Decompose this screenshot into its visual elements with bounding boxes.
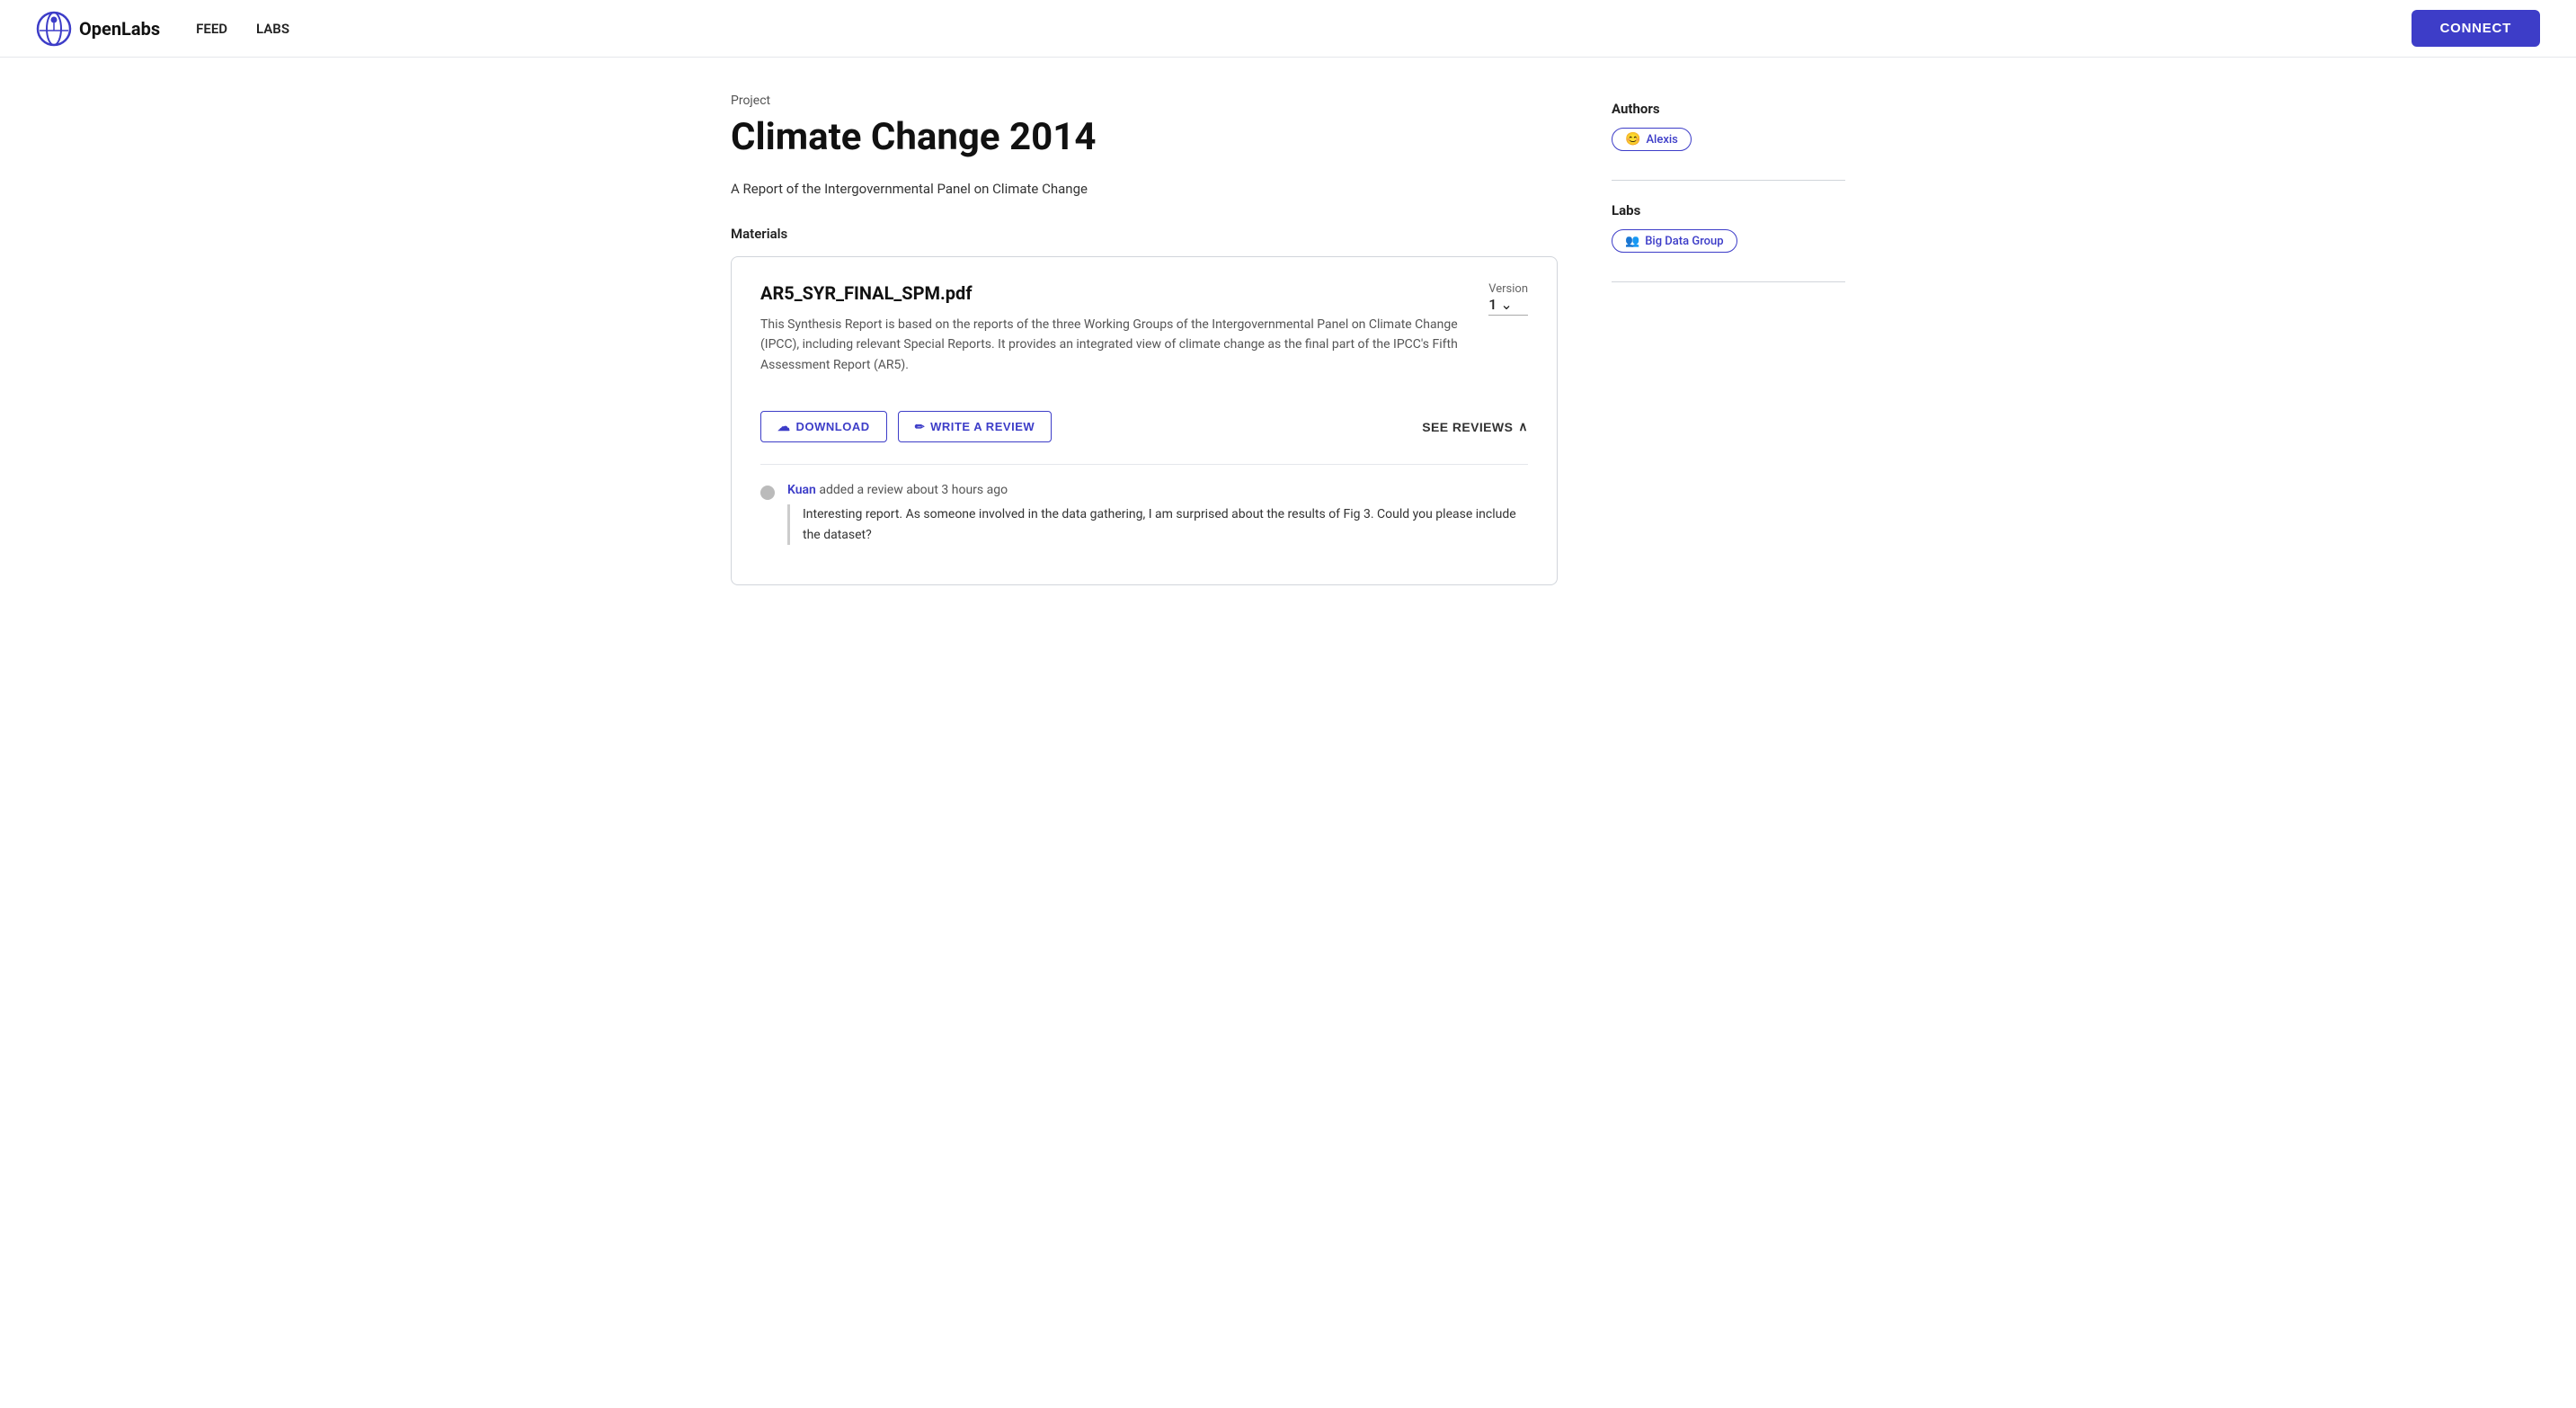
material-buttons: DOWNLOAD WRITE A REVIEW — [760, 411, 1052, 442]
download-button[interactable]: DOWNLOAD — [760, 411, 887, 442]
face-icon — [1625, 132, 1640, 147]
review-text-block: Interesting report. As someone involved … — [787, 504, 1528, 545]
material-info: AR5_SYR_FINAL_SPM.pdf This Synthesis Rep… — [760, 282, 1460, 397]
version-control: Version 1 — [1488, 282, 1528, 316]
nav-labs[interactable]: LABS — [256, 21, 289, 37]
reviews-section: Kuan added a review about 3 hours ago In… — [760, 464, 1528, 545]
author-name: Alexis — [1646, 133, 1677, 147]
sidebar-authors-section: Authors Alexis — [1612, 101, 1845, 151]
see-reviews-button[interactable]: SEE REVIEWS — [1422, 419, 1528, 434]
lab-badge-big-data[interactable]: Big Data Group — [1612, 229, 1737, 253]
review-item: Kuan added a review about 3 hours ago In… — [760, 483, 1528, 545]
download-icon — [777, 419, 791, 434]
material-card: AR5_SYR_FINAL_SPM.pdf This Synthesis Rep… — [731, 256, 1558, 585]
sidebar-divider-1 — [1612, 180, 1845, 181]
version-value: 1 — [1488, 296, 1497, 313]
content-area: Project Climate Change 2014 A Report of … — [731, 94, 1558, 585]
review-author-link[interactable]: Kuan — [787, 483, 816, 497]
logo[interactable]: OpenLabs — [36, 11, 160, 47]
reviewer-avatar — [760, 486, 775, 500]
edit-icon — [915, 420, 925, 434]
connect-button[interactable]: CONNECT — [2412, 10, 2540, 47]
material-actions: DOWNLOAD WRITE A REVIEW SEE REVIEWS — [760, 411, 1528, 442]
material-filename: AR5_SYR_FINAL_SPM.pdf — [760, 282, 1460, 304]
chevron-down-icon — [1500, 296, 1512, 313]
author-badge-alexis[interactable]: Alexis — [1612, 128, 1692, 151]
labs-list: Big Data Group — [1612, 229, 1845, 253]
labs-title: Labs — [1612, 202, 1845, 218]
navbar: OpenLabs FEED LABS CONNECT — [0, 0, 2576, 58]
material-description: This Synthesis Report is based on the re… — [760, 315, 1460, 375]
review-text: Interesting report. As someone involved … — [803, 504, 1528, 545]
review-meta: Kuan added a review about 3 hours ago — [787, 483, 1528, 497]
download-label: DOWNLOAD — [796, 420, 870, 433]
see-reviews-label: SEE REVIEWS — [1422, 420, 1513, 434]
version-label: Version — [1488, 282, 1528, 296]
sidebar: Authors Alexis Labs Big Data Group — [1612, 94, 1845, 585]
version-header-row: AR5_SYR_FINAL_SPM.pdf This Synthesis Rep… — [760, 282, 1528, 397]
version-select[interactable]: 1 — [1488, 296, 1528, 316]
sidebar-labs-section: Labs Big Data Group — [1612, 202, 1845, 253]
logo-text: OpenLabs — [79, 18, 160, 40]
write-review-button[interactable]: WRITE A REVIEW — [898, 411, 1053, 442]
logo-icon — [36, 11, 72, 47]
chevron-up-icon — [1518, 419, 1528, 434]
project-title: Climate Change 2014 — [731, 115, 1558, 159]
project-label: Project — [731, 94, 1558, 108]
review-body: Kuan added a review about 3 hours ago In… — [787, 483, 1528, 545]
main-container: Project Climate Change 2014 A Report of … — [659, 58, 1917, 621]
lab-name: Big Data Group — [1645, 235, 1723, 248]
write-review-label: WRITE A REVIEW — [930, 420, 1035, 433]
materials-label: Materials — [731, 226, 1558, 242]
nav-feed[interactable]: FEED — [196, 21, 227, 37]
group-icon — [1625, 234, 1639, 248]
authors-list: Alexis — [1612, 128, 1845, 151]
nav-links: FEED LABS — [196, 21, 2411, 37]
sidebar-divider-2 — [1612, 281, 1845, 282]
review-meta-suffix: added a review about 3 hours ago — [819, 483, 1008, 497]
authors-title: Authors — [1612, 101, 1845, 117]
project-subtitle: A Report of the Intergovernmental Panel … — [731, 181, 1558, 197]
